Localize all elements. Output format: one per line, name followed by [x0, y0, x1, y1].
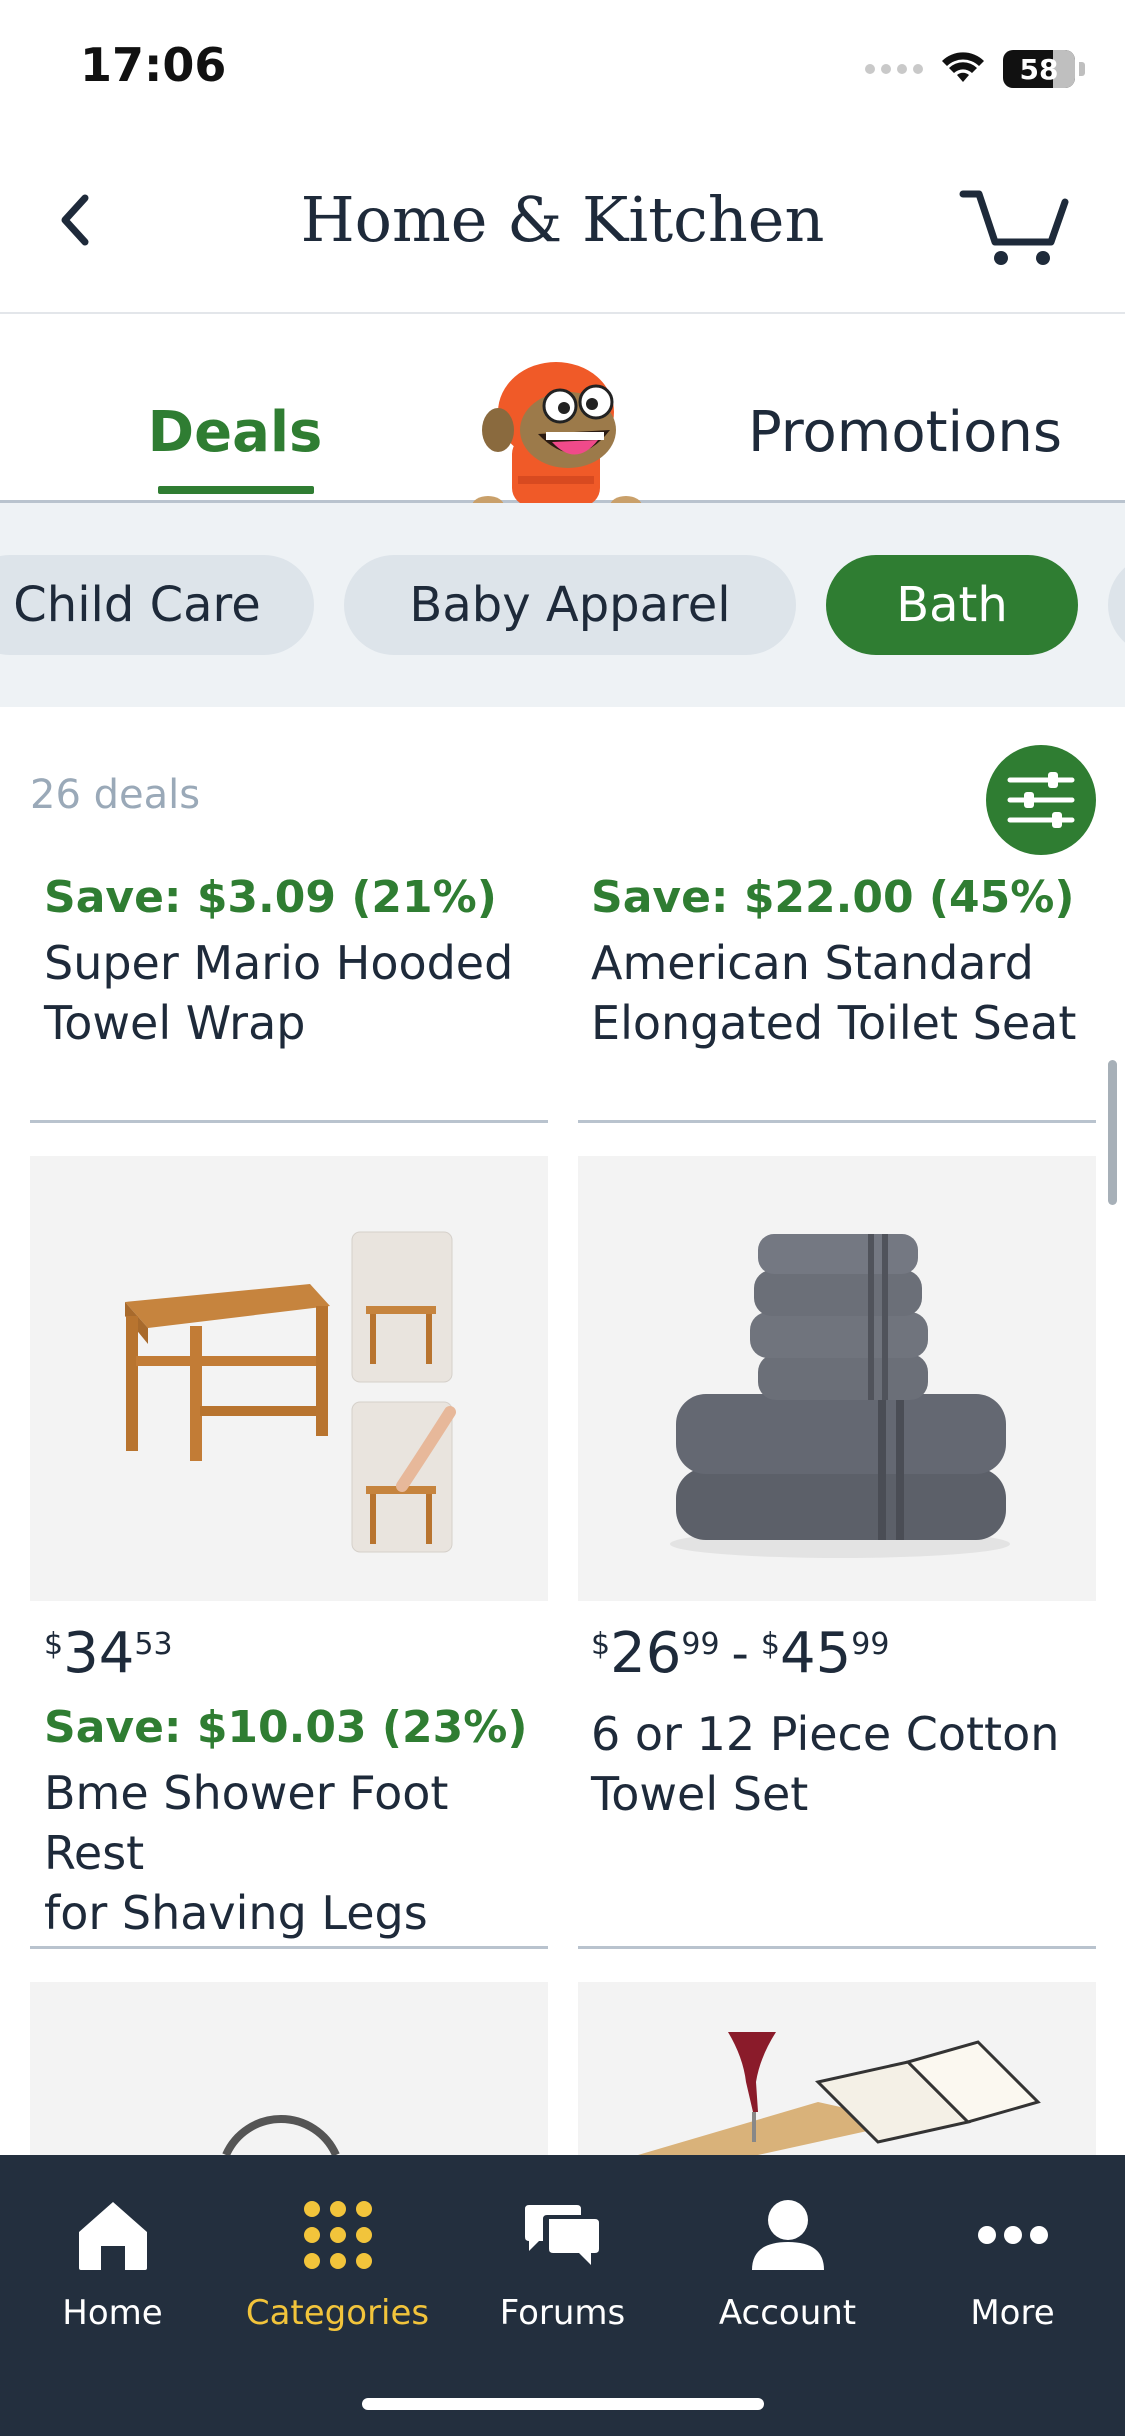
nav-label: More — [970, 2293, 1055, 2333]
product-name-line: American Standard — [591, 936, 1034, 990]
price-whole: 34 — [63, 1621, 135, 1686]
product-name-line: Towel Set — [591, 1767, 809, 1821]
save-label: Save: $10.03 (23%) — [44, 1702, 528, 1753]
card-divider — [30, 1946, 548, 1949]
card-divider — [30, 1120, 548, 1123]
product-name-line: Towel Wrap — [44, 996, 306, 1050]
nav-categories[interactable]: Categories — [225, 2155, 450, 2355]
nav-forums[interactable]: Forums — [450, 2155, 675, 2355]
product-image-partial-1[interactable] — [30, 1982, 548, 2155]
scrollbar[interactable] — [1108, 1060, 1117, 1205]
nav-label: Account — [718, 2293, 857, 2333]
tab-deals[interactable]: Deals — [120, 400, 350, 465]
chip-label: Child Care — [13, 577, 261, 633]
product-image-towel-set[interactable] — [578, 1156, 1096, 1601]
product-name-line: Elongated Toilet Seat — [591, 996, 1077, 1050]
product-name-line: 6 or 12 Piece Cotton — [591, 1707, 1060, 1761]
cart-icon — [959, 190, 1069, 265]
price-currency: $ — [44, 1627, 64, 1662]
battery-level: 58 — [1019, 52, 1059, 86]
product-card-3[interactable]: $ 34 53 Save: $10.03 (23%) Bme Shower Fo… — [44, 1626, 544, 1943]
chip-child-care[interactable]: Child Care — [0, 555, 314, 655]
bottom-nav: Home Categories Forums Account More — [0, 2155, 1125, 2436]
status-time: 17:06 — [80, 38, 227, 92]
battery-icon: 58 — [1003, 50, 1075, 88]
nav-more[interactable]: More — [900, 2155, 1125, 2355]
nav-account[interactable]: Account — [675, 2155, 900, 2355]
save-label: Save: $22.00 (45%) — [591, 872, 1075, 923]
product-card-4[interactable]: $ 26 99 - $ 45 99 6 or 12 Piece Cotton T… — [591, 1626, 1091, 1824]
chevron-left-icon — [61, 194, 89, 246]
price-whole: 26 — [610, 1621, 682, 1686]
nav-label: Forums — [499, 2293, 626, 2333]
category-chip-strip[interactable]: Child Care Baby Apparel Bath — [0, 503, 1125, 707]
price-cents: 53 — [134, 1627, 173, 1662]
monkey-mascot-icon — [472, 362, 642, 516]
chip-bath[interactable]: Bath — [826, 555, 1078, 655]
cart-button[interactable] — [955, 180, 1075, 270]
price-currency: $ — [591, 1627, 611, 1662]
chip-label: Bath — [896, 577, 1008, 633]
round-mirror-image — [222, 2114, 340, 2155]
bath-tray-image — [638, 2032, 1041, 2155]
sliders-icon — [1007, 772, 1075, 828]
product-name-line: for Shaving Legs — [44, 1886, 428, 1940]
towel-set-image — [670, 1234, 1010, 1558]
product-image-shower-bench[interactable] — [30, 1156, 548, 1601]
price-cents: 99 — [681, 1627, 720, 1662]
nav-label: Categories — [245, 2293, 430, 2333]
page-title: Home & Kitchen — [300, 183, 825, 256]
nav-label: Home — [62, 2293, 163, 2333]
product-image-partial-2[interactable] — [578, 1982, 1096, 2155]
price: $ 34 53 — [44, 1626, 544, 1682]
person-icon — [751, 2200, 824, 2270]
chat-icon — [524, 2205, 599, 2265]
tab-promotions[interactable]: Promotions — [720, 400, 1090, 465]
chip-label: Baby Apparel — [409, 577, 731, 633]
chip-next[interactable] — [1108, 555, 1125, 655]
price-whole: 45 — [779, 1621, 852, 1686]
product-name-line: Super Mario Hooded — [44, 936, 514, 990]
filter-button[interactable] — [986, 745, 1096, 855]
product-name-line: Bme Shower Foot Rest — [44, 1766, 449, 1880]
grid-icon — [303, 2201, 372, 2269]
price-separator: - — [731, 1626, 749, 1682]
price-cents: 99 — [851, 1627, 890, 1662]
price-currency: $ — [760, 1627, 780, 1662]
more-icon — [977, 2226, 1048, 2244]
card-divider — [578, 1120, 1096, 1123]
active-tab-indicator — [158, 486, 314, 494]
product-card-2[interactable]: Save: $22.00 (45%) American Standard Elo… — [591, 872, 1091, 1053]
price-range: $ 26 99 - $ 45 99 — [591, 1621, 1091, 1686]
nav-home[interactable]: Home — [0, 2155, 225, 2355]
save-label: Save: $3.09 (21%) — [44, 872, 497, 923]
home-icon — [78, 2202, 147, 2270]
card-divider — [578, 1946, 1096, 1949]
product-card-1[interactable]: Save: $3.09 (21%) Super Mario Hooded Tow… — [44, 872, 544, 1053]
shower-bench-image — [125, 1231, 456, 1553]
wifi-icon — [942, 52, 984, 82]
battery-tip — [1079, 62, 1085, 76]
chip-baby-apparel[interactable]: Baby Apparel — [344, 555, 796, 655]
home-indicator[interactable] — [362, 2398, 764, 2410]
deal-count: 26 deals — [30, 772, 201, 818]
status-icons: 58 — [865, 44, 1085, 94]
back-button[interactable] — [40, 180, 110, 260]
signal-icon — [865, 64, 923, 74]
